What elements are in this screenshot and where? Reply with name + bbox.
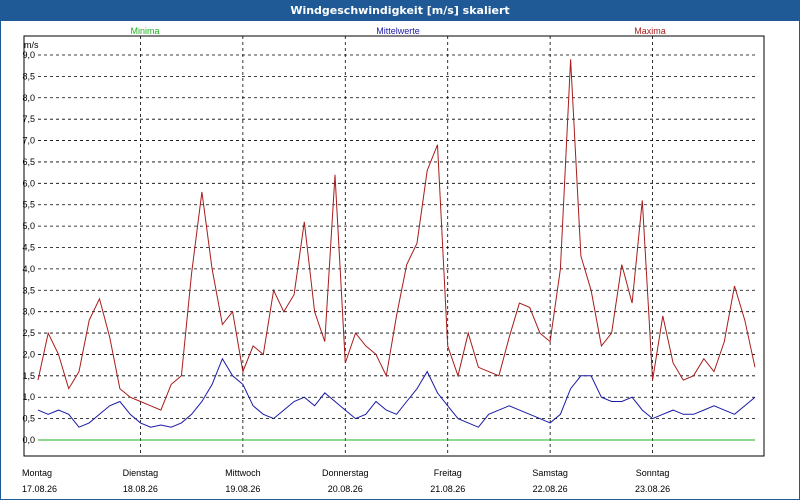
y-tick-label: 6,5 [22, 157, 35, 167]
x-tick-weekday: Samstag [532, 468, 568, 478]
y-tick-label: 1,5 [22, 371, 35, 381]
series-mittelwerte [37, 357, 756, 428]
x-tick-weekday: Mittwoch [225, 468, 261, 478]
plot-area-border [23, 35, 765, 457]
x-tick-labels: Montag 17.08.26 Dienstag 18.08.26 Mittwoch 19… [22, 468, 670, 494]
y-tick-label: 9,0 [22, 50, 35, 60]
y-tick-label: 2,5 [22, 328, 35, 338]
x-tick-weekday: Donnerstag [322, 468, 369, 478]
y-tick-label: 5,0 [22, 221, 35, 231]
y-tick-label: 3,0 [22, 307, 35, 317]
vertical-gridlines [140, 36, 653, 456]
series-lines [37, 59, 756, 441]
y-tick-label: 8,5 [22, 71, 35, 81]
legend-entry: Maxima [634, 26, 666, 36]
y-tick-label: 8,0 [22, 93, 35, 103]
y-tick-label: 0,0 [22, 435, 35, 445]
y-tick-label: 0,5 [22, 414, 35, 424]
y-tick-label: 5,5 [22, 200, 35, 210]
x-tick-weekday: Freitag [434, 468, 462, 478]
legend-entry: Mittelwerte [376, 26, 420, 36]
y-tick-label: 4,5 [22, 243, 35, 253]
x-tick-date: 22.08.26 [533, 484, 568, 494]
y-tick-label: 6,0 [22, 178, 35, 188]
horizontal-gridlines [38, 54, 755, 441]
y-tick-label: 2,0 [22, 349, 35, 359]
series-maxima [37, 59, 756, 411]
x-tick-date: 23.08.26 [635, 484, 670, 494]
x-tick-date: 21.08.26 [430, 484, 465, 494]
x-tick-date: 17.08.26 [22, 484, 57, 494]
x-tick-date: 18.08.26 [123, 484, 158, 494]
y-tick-label: 7,5 [22, 114, 35, 124]
legend-entry: Minima [130, 26, 159, 36]
x-tick-weekday: Sonntag [636, 468, 670, 478]
y-tick-label: 4,0 [22, 264, 35, 274]
y-tick-label: 3,5 [22, 285, 35, 295]
x-tick-weekday: Dienstag [123, 468, 159, 478]
x-tick-weekday: Montag [22, 468, 52, 478]
y-tick-label: 7,0 [22, 136, 35, 146]
y-tick-label: 1,0 [22, 392, 35, 402]
x-tick-date: 19.08.26 [225, 484, 260, 494]
x-tick-date: 20.08.26 [328, 484, 363, 494]
wind-speed-chart: 0,0 0,5 1,0 1,5 2,0 2,5 3,0 3,5 4,0 4,5 5,0 5,5 6,0 6… [22, 26, 765, 494]
legend: Minima Mittelwerte Maxima [130, 26, 665, 36]
y-axis-unit: m/s [24, 40, 39, 50]
